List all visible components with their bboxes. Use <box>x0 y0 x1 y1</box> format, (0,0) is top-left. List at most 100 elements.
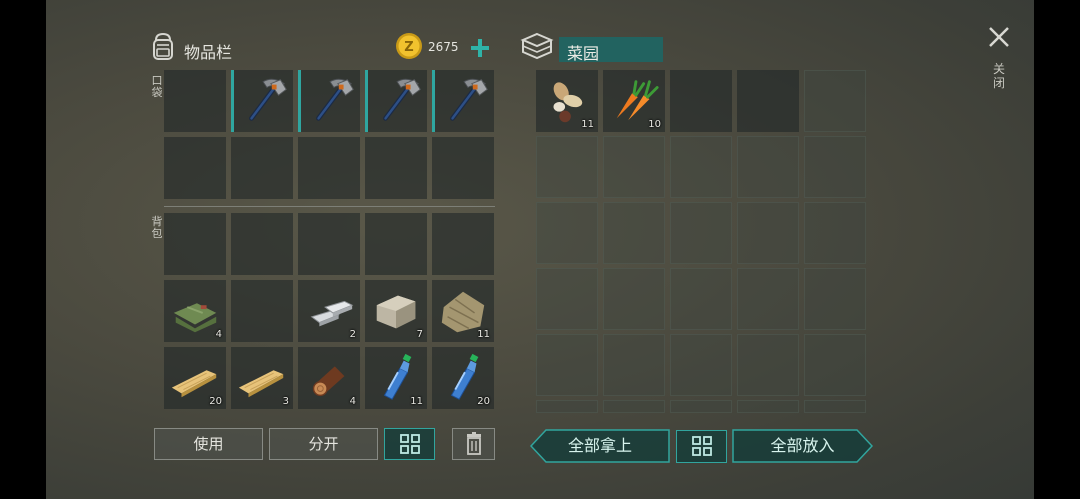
sort-garden-button[interactable] <box>676 430 727 463</box>
garden-slot[interactable] <box>603 400 665 413</box>
garden-slot[interactable] <box>737 70 799 132</box>
inventory-slot[interactable]: 7 <box>365 280 427 342</box>
section-divider <box>164 206 495 207</box>
garden-slot[interactable] <box>670 268 732 330</box>
item-count: 11 <box>410 396 423 407</box>
item-count: 11 <box>477 329 490 340</box>
put-all-button[interactable]: 全部放入 <box>732 429 873 463</box>
inventory-slot[interactable] <box>432 70 494 132</box>
garden-slot[interactable] <box>670 400 732 413</box>
item-count: 3 <box>282 396 289 407</box>
garden-slot[interactable] <box>536 136 598 198</box>
item-count: 10 <box>648 119 661 130</box>
inventory-slot[interactable] <box>365 213 427 275</box>
backpack-label: 背包 <box>151 215 163 240</box>
inventory-title: 物品栏 <box>184 43 233 62</box>
garden-slot[interactable] <box>804 202 866 264</box>
split-button[interactable]: 分开 <box>269 428 378 460</box>
garden-slot[interactable] <box>804 334 866 396</box>
pickaxe-icon <box>439 74 493 128</box>
svg-text:Z: Z <box>404 40 413 55</box>
garden-slot[interactable] <box>603 136 665 198</box>
item-count: 11 <box>581 119 594 130</box>
inventory-slot[interactable]: 11 <box>365 347 427 409</box>
inventory-slot[interactable]: 4 <box>164 280 226 342</box>
cloth-icon <box>172 302 218 334</box>
trash-button[interactable] <box>452 428 495 460</box>
garden-slot[interactable]: 10 <box>603 70 665 132</box>
garden-slot[interactable] <box>737 202 799 264</box>
garden-slot[interactable] <box>603 268 665 330</box>
take-all-button[interactable]: 全部拿上 <box>530 429 670 463</box>
garden-title: 菜园 <box>567 44 600 63</box>
inventory-slot[interactable]: 3 <box>231 347 293 409</box>
take-all-label: 全部拿上 <box>567 436 632 455</box>
garden-slot[interactable] <box>536 334 598 396</box>
garden-slot[interactable]: 11 <box>536 70 598 132</box>
inventory-slot[interactable]: 4 <box>298 347 360 409</box>
inventory-slot[interactable] <box>432 213 494 275</box>
garden-slot[interactable] <box>804 70 866 132</box>
sort-inventory-button[interactable] <box>384 428 435 460</box>
item-count: 4 <box>215 329 222 340</box>
garden-slot[interactable] <box>737 268 799 330</box>
inventory-slot[interactable]: 11 <box>432 280 494 342</box>
garden-slot[interactable] <box>603 334 665 396</box>
close-icon <box>989 27 1009 47</box>
add-currency-button[interactable] <box>467 36 493 60</box>
garden-slot[interactable] <box>603 202 665 264</box>
inventory-slot[interactable] <box>231 213 293 275</box>
garden-title-box: 菜园 <box>559 37 663 63</box>
use-button[interactable]: 使用 <box>154 428 263 460</box>
stone-icon <box>376 295 416 329</box>
inventory-screen: 物品栏 Z 2675 口袋 背包 4 2 7 11 20 3 4 11 20 使用 分开 <box>46 0 1034 499</box>
inventory-slot[interactable]: 20 <box>164 347 226 409</box>
inventory-slot[interactable] <box>164 213 226 275</box>
inventory-slot[interactable]: 20 <box>432 347 494 409</box>
inventory-slot[interactable] <box>432 137 494 199</box>
log-icon <box>312 365 346 397</box>
backpack-icon <box>147 30 179 62</box>
inventory-slot[interactable] <box>231 70 293 132</box>
inventory-slot[interactable]: 2 <box>298 280 360 342</box>
inventory-slot[interactable] <box>298 213 360 275</box>
inventory-slot[interactable] <box>231 280 293 342</box>
garden-slot[interactable] <box>804 400 866 413</box>
garden-slot[interactable] <box>670 136 732 198</box>
garden-slot[interactable] <box>737 334 799 396</box>
garden-slot[interactable] <box>670 70 732 132</box>
coin-icon: Z <box>395 32 423 60</box>
pickaxe-icon <box>305 74 359 128</box>
item-count: 20 <box>477 396 490 407</box>
garden-slot[interactable] <box>737 400 799 413</box>
close-label: 关闭 <box>992 62 1005 90</box>
pickaxe-icon <box>372 74 426 128</box>
inventory-slot[interactable] <box>298 137 360 199</box>
garden-slot[interactable] <box>804 136 866 198</box>
inventory-slot[interactable] <box>164 137 226 199</box>
put-all-label: 全部放入 <box>770 436 835 455</box>
iron-bars-icon <box>311 300 353 327</box>
container-icon <box>520 30 554 64</box>
inventory-slot[interactable] <box>365 70 427 132</box>
garden-slot[interactable] <box>670 334 732 396</box>
trash-icon <box>466 432 481 455</box>
grid-sort-icon <box>691 436 712 456</box>
inventory-slot[interactable] <box>365 137 427 199</box>
close-button[interactable]: 关闭 <box>986 24 1014 100</box>
item-count: 4 <box>349 396 356 407</box>
garden-slot[interactable] <box>737 136 799 198</box>
grid-sort-icon <box>399 434 420 454</box>
currency-amount: 2675 <box>428 40 459 54</box>
inventory-slot[interactable] <box>164 70 226 132</box>
garden-slot[interactable] <box>536 268 598 330</box>
garden-slot[interactable] <box>670 202 732 264</box>
garden-slot[interactable] <box>536 202 598 264</box>
inventory-slot[interactable] <box>298 70 360 132</box>
inventory-slot[interactable] <box>231 137 293 199</box>
plank-icon <box>238 369 284 398</box>
item-count: 20 <box>209 396 222 407</box>
pickaxe-icon <box>238 74 292 128</box>
garden-slot[interactable] <box>804 268 866 330</box>
garden-slot[interactable] <box>536 400 598 413</box>
